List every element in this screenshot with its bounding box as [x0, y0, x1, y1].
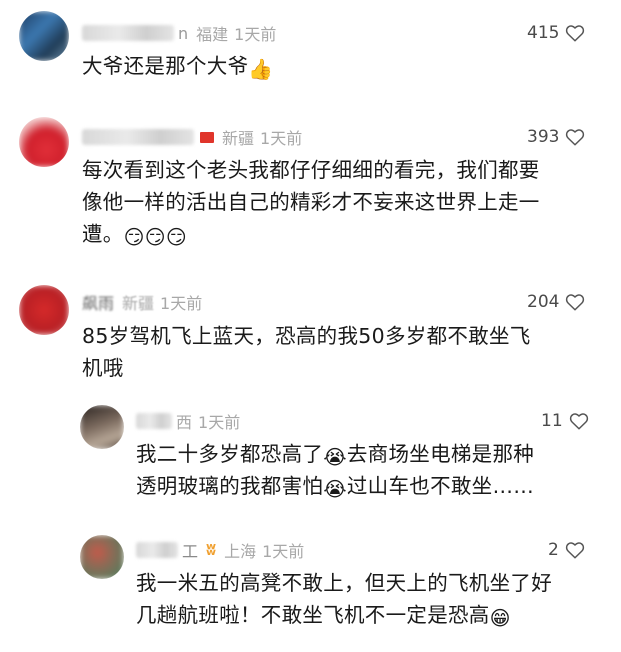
time-label: 1天前: [234, 25, 277, 44]
comment-text: 每次看到这个老头我都仔仔细细的看完，我们都要 像他一样的活出自己的精彩才不妄来这…: [82, 158, 540, 249]
heart-icon: [566, 25, 585, 42]
comment-text: 我一米五的高凳不敢上，但天上的飞机坐了好 几趟航班啦！不敢坐飞机不一定是恐高😁: [136, 571, 552, 630]
like-count: 11: [541, 411, 563, 431]
avatar[interactable]: [19, 285, 69, 335]
nickname[interactable]: n: [82, 24, 188, 43]
avatar[interactable]: [19, 11, 69, 61]
like-button[interactable]: 2: [548, 537, 585, 563]
comment-meta: 西 1天前: [136, 408, 240, 434]
like-count: 204: [527, 292, 560, 312]
comment-text: 85岁驾机飞上蓝天，恐高的我50多岁都不敢坐飞 机哦: [82, 324, 531, 380]
nickname[interactable]: 工 ʬ: [136, 538, 216, 562]
crying-icon: 😭: [323, 445, 347, 469]
heart-icon: [566, 129, 585, 146]
like-count: 2: [548, 540, 559, 560]
like-count: 415: [527, 23, 560, 43]
time-label: 1天前: [160, 294, 203, 313]
heart-icon: [565, 542, 584, 559]
grin-icon: 😁: [489, 606, 511, 630]
666-smile-icon: 😏😏😏: [123, 225, 188, 249]
nickname[interactable]: [82, 129, 214, 145]
heart-icon: [566, 294, 585, 311]
location-label: 西: [176, 413, 193, 432]
like-button[interactable]: 204: [527, 289, 585, 315]
like-button[interactable]: 415: [527, 20, 585, 46]
heart-icon: [569, 413, 588, 430]
nickname[interactable]: [136, 413, 176, 429]
time-label: 1天前: [262, 542, 305, 561]
avatar[interactable]: [19, 117, 69, 167]
like-button[interactable]: 11: [541, 408, 589, 434]
comment-meta: 飙雨 新疆 1天前: [82, 289, 202, 315]
like-count: 393: [527, 127, 560, 147]
flag-icon: [200, 131, 214, 143]
location-label: 上海: [224, 542, 257, 561]
comment-meta: n 福建 1天前: [82, 20, 276, 46]
avatar[interactable]: [80, 535, 124, 579]
comment-meta: 工 ʬ 上海 1天前: [136, 537, 304, 563]
location-label: 新疆: [222, 129, 255, 148]
comment-text: 大爷还是那个大爷👍: [82, 54, 274, 81]
like-button[interactable]: 393: [527, 124, 585, 150]
avatar[interactable]: [80, 405, 124, 449]
comment-meta: 新疆 1天前: [82, 124, 302, 150]
comment-text: 我二十多岁都恐高了😭去商场坐电梯是那种 透明玻璃的我都害怕😭过山车也不敢坐……: [136, 442, 535, 501]
time-label: 1天前: [260, 129, 303, 148]
location-label: 新疆: [122, 294, 155, 313]
crying-icon: 😭: [323, 477, 347, 501]
thumbs-up-icon: 👍: [248, 57, 274, 81]
time-label: 1天前: [198, 413, 241, 432]
location-label: 福建: [196, 25, 229, 44]
nickname[interactable]: 飙雨: [82, 290, 114, 314]
vip-badge-icon: ʬ: [206, 540, 217, 560]
